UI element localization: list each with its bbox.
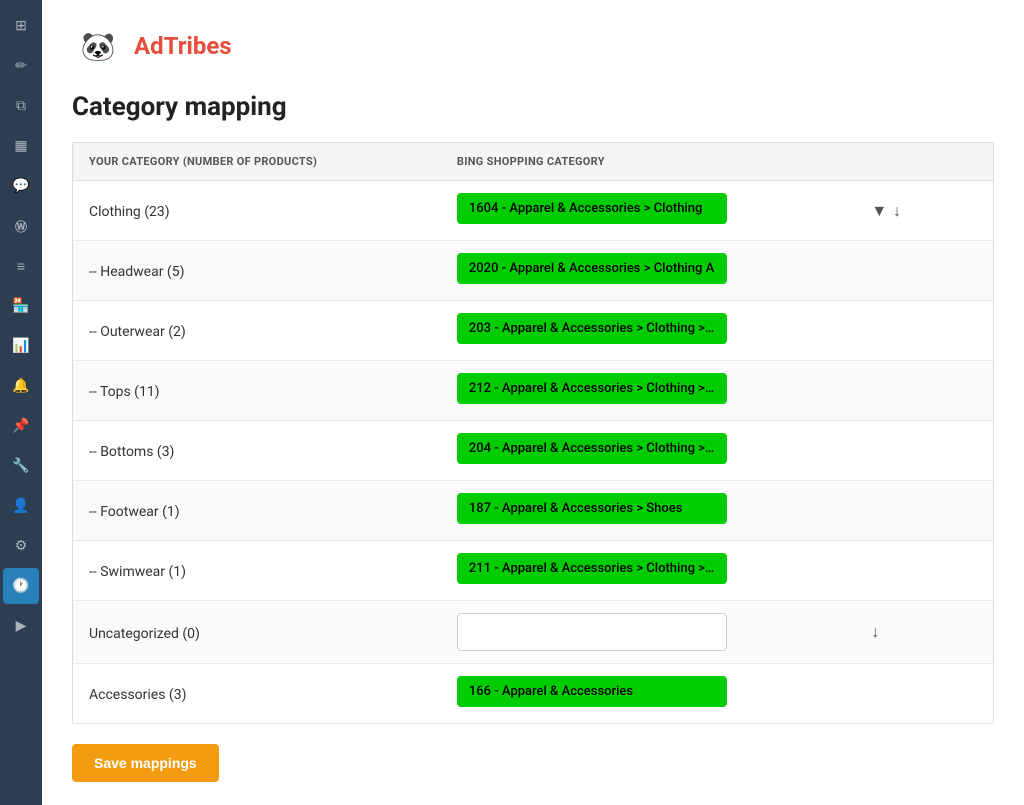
- chevron-down-icon[interactable]: ▼: [871, 201, 887, 221]
- grid-icon[interactable]: ▦: [3, 128, 39, 164]
- col2-header: BING SHOPPING CATEGORY: [441, 143, 855, 181]
- category-label: -- Bottoms (3): [89, 444, 174, 460]
- comment-icon[interactable]: 💬: [3, 168, 39, 204]
- action-icons: ↓: [871, 622, 977, 642]
- logo-area: 🐼 AdTribes: [72, 20, 994, 72]
- bing-category-badge[interactable]: 166 - Apparel & Accessories: [457, 676, 727, 707]
- main-content: 🐼 AdTribes Category mapping YOUR CATEGOR…: [42, 0, 1024, 805]
- category-label: -- Outerwear (2): [89, 324, 186, 340]
- col3-header: [855, 143, 993, 181]
- category-label: -- Tops (11): [89, 384, 160, 400]
- wrench-icon[interactable]: 🔧: [3, 448, 39, 484]
- table-row: Uncategorized (0) ↓: [73, 601, 994, 664]
- pin-icon[interactable]: 📌: [3, 408, 39, 444]
- clock-icon[interactable]: 🕐: [3, 568, 39, 604]
- table-row: Clothing (23) 1604 - Apparel & Accessorie…: [73, 181, 994, 241]
- store-icon[interactable]: 🏪: [3, 288, 39, 324]
- table-row: -- Swimwear (1) 211 - Apparel & Accessori…: [73, 541, 994, 601]
- bell-icon[interactable]: 🔔: [3, 368, 39, 404]
- category-label: -- Headwear (5): [89, 264, 184, 280]
- woo-icon[interactable]: Ⓦ: [3, 208, 39, 244]
- logo-icon: 🐼: [72, 20, 124, 72]
- table-row: -- Headwear (5) 2020 - Apparel & Accessor…: [73, 241, 994, 301]
- mapping-table: YOUR CATEGORY (NUMBER OF PRODUCTS) BING …: [72, 142, 994, 724]
- layers-icon[interactable]: ⧉: [3, 88, 39, 124]
- bing-category-badge[interactable]: 211 - Apparel & Accessories > Clothing >…: [457, 553, 727, 584]
- table-row: -- Tops (11) 212 - Apparel & Accessories …: [73, 361, 994, 421]
- save-mappings-button[interactable]: Save mappings: [72, 744, 219, 782]
- bing-category-badge[interactable]: 204 - Apparel & Accessories > Clothing >…: [457, 433, 727, 464]
- arrow-down-icon[interactable]: ↓: [893, 201, 901, 221]
- logo-text: AdTribes: [134, 32, 232, 60]
- settings-icon[interactable]: ⚙: [3, 528, 39, 564]
- bing-category-badge[interactable]: 2020 - Apparel & Accessories > Clothing …: [457, 253, 727, 284]
- bing-category-badge[interactable]: 1604 - Apparel & Accessories > Clothing: [457, 193, 727, 224]
- table-row: -- Bottoms (3) 204 - Apparel & Accessorie…: [73, 421, 994, 481]
- category-label: -- Swimwear (1): [89, 564, 186, 580]
- bing-category-badge[interactable]: 203 - Apparel & Accessories > Clothing >…: [457, 313, 727, 344]
- table-row: Accessories (3) 166 - Apparel & Accessori…: [73, 664, 994, 724]
- edit-icon[interactable]: ✏: [3, 48, 39, 84]
- play-icon[interactable]: ▶: [3, 608, 39, 644]
- bing-category-badge[interactable]: 212 - Apparel & Accessories > Clothing >…: [457, 373, 727, 404]
- dashboard-icon[interactable]: ⊞: [3, 8, 39, 44]
- bing-category-badge[interactable]: 187 - Apparel & Accessories > Shoes: [457, 493, 727, 524]
- sidebar: ⊞ ✏ ⧉ ▦ 💬 Ⓦ ≡ 🏪 📊 🔔 📌 🔧 👤 ⚙ 🕐 ▶: [0, 0, 42, 805]
- col1-header: YOUR CATEGORY (NUMBER OF PRODUCTS): [73, 143, 441, 181]
- chart-icon[interactable]: 📊: [3, 328, 39, 364]
- category-label: Accessories (3): [89, 687, 186, 703]
- category-label: -- Footwear (1): [89, 504, 180, 520]
- user-icon[interactable]: 👤: [3, 488, 39, 524]
- bing-category-input[interactable]: [457, 613, 727, 651]
- table-row: -- Outerwear (2) 203 - Apparel & Accessor…: [73, 301, 994, 361]
- table-row: -- Footwear (1) 187 - Apparel & Accessori…: [73, 481, 994, 541]
- action-icons: ▼↓: [871, 201, 977, 221]
- arrow-down-icon[interactable]: ↓: [871, 622, 879, 642]
- page-title: Category mapping: [72, 92, 994, 122]
- category-label: Clothing (23): [89, 204, 170, 220]
- category-label: Uncategorized (0): [89, 626, 200, 642]
- list-icon[interactable]: ≡: [3, 248, 39, 284]
